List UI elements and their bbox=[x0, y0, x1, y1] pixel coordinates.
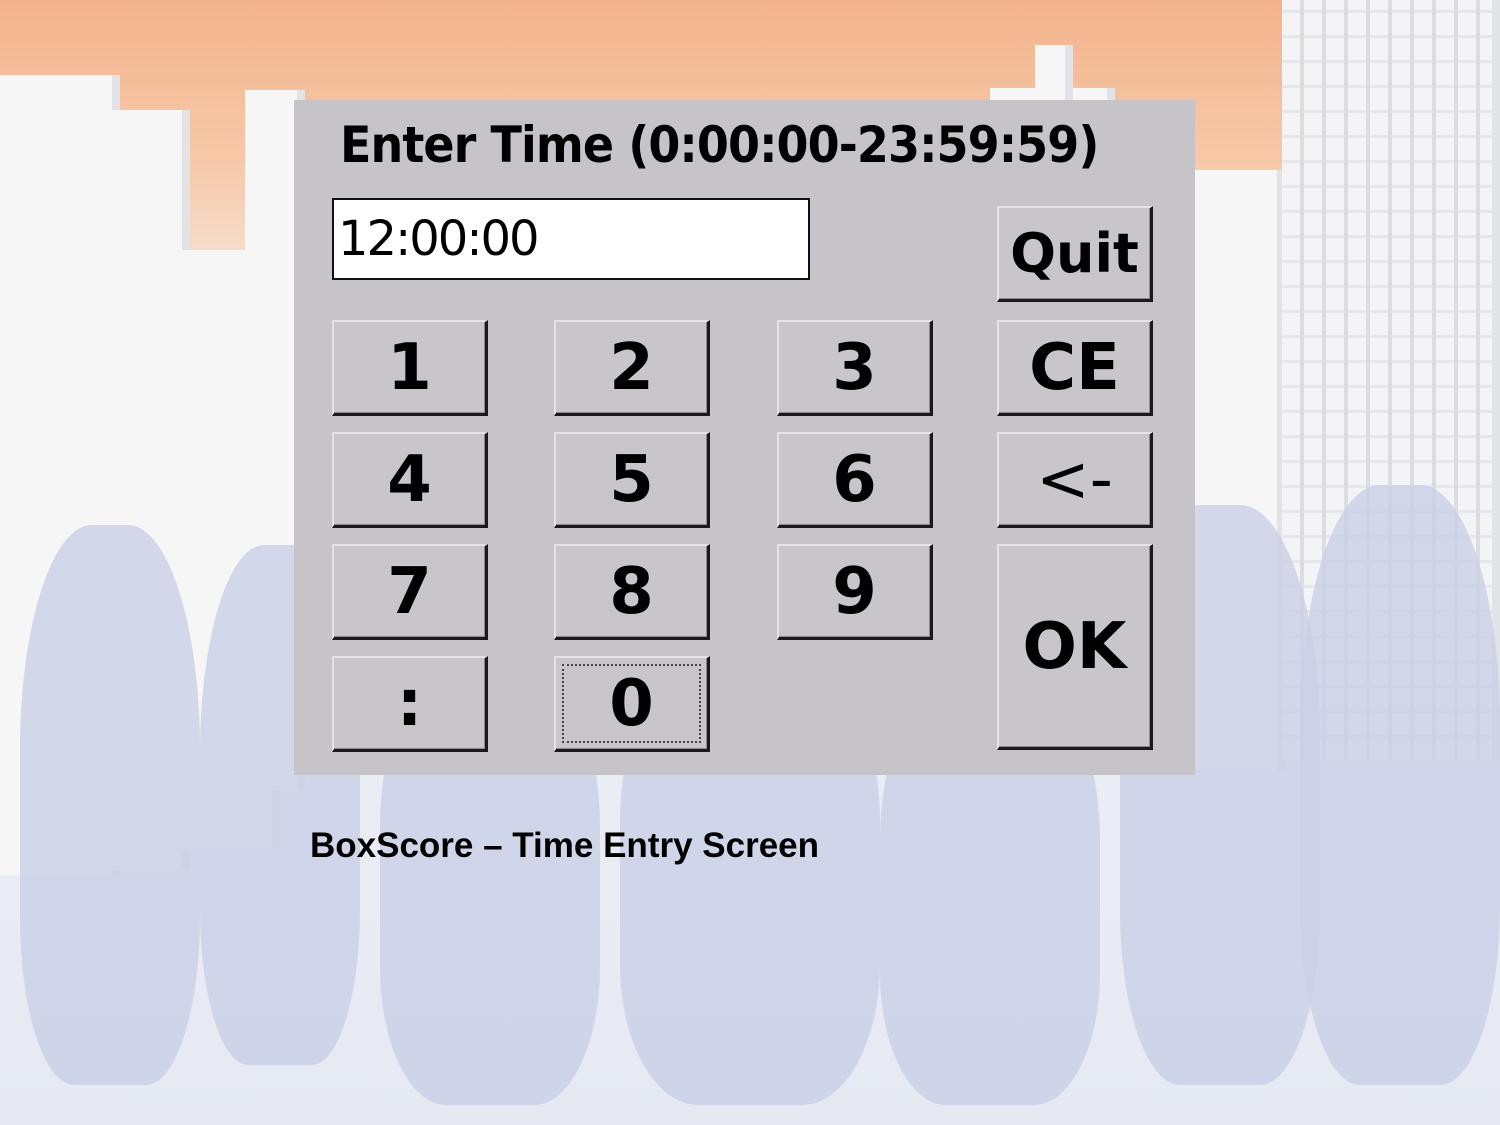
ok-button[interactable]: OK bbox=[997, 544, 1153, 750]
key-9-button[interactable]: 9 bbox=[777, 544, 933, 640]
clear-entry-label: CE bbox=[1029, 330, 1120, 405]
key-label: : bbox=[396, 666, 423, 741]
key-0-button[interactable]: 0 bbox=[554, 656, 710, 752]
backspace-icon: <- bbox=[1036, 442, 1113, 517]
key-8-button[interactable]: 8 bbox=[554, 544, 710, 640]
key-label: 6 bbox=[832, 442, 877, 517]
dialog-title: Enter Time (0:00:00-23:59:59) bbox=[340, 116, 1099, 174]
key-2-button[interactable]: 2 bbox=[554, 320, 710, 416]
key-label: 4 bbox=[387, 442, 432, 517]
key-label: 9 bbox=[832, 554, 877, 629]
key-1-button[interactable]: 1 bbox=[332, 320, 488, 416]
ok-label: OK bbox=[1022, 609, 1127, 684]
key-label: 3 bbox=[832, 330, 877, 405]
focus-rectangle bbox=[562, 664, 701, 743]
key-label: 5 bbox=[609, 442, 654, 517]
slide-caption: BoxScore – Time Entry Screen bbox=[310, 826, 820, 865]
key-3-button[interactable]: 3 bbox=[777, 320, 933, 416]
key-label: 8 bbox=[609, 554, 654, 629]
time-entry-dialog: Enter Time (0:00:00-23:59:59) Quit 1 2 3… bbox=[294, 100, 1195, 775]
key-label: 1 bbox=[387, 330, 432, 405]
key-4-button[interactable]: 4 bbox=[332, 432, 488, 528]
key-label: 2 bbox=[609, 330, 654, 405]
quit-button[interactable]: Quit bbox=[997, 206, 1153, 302]
quit-button-label: Quit bbox=[1010, 222, 1139, 285]
backspace-button[interactable]: <- bbox=[997, 432, 1153, 528]
building-shape bbox=[1035, 45, 1073, 105]
clear-entry-button[interactable]: CE bbox=[997, 320, 1153, 416]
key-6-button[interactable]: 6 bbox=[777, 432, 933, 528]
key-colon-button[interactable]: : bbox=[332, 656, 488, 752]
key-5-button[interactable]: 5 bbox=[554, 432, 710, 528]
key-label: 7 bbox=[387, 554, 432, 629]
time-input[interactable] bbox=[332, 198, 810, 280]
key-7-button[interactable]: 7 bbox=[332, 544, 488, 640]
